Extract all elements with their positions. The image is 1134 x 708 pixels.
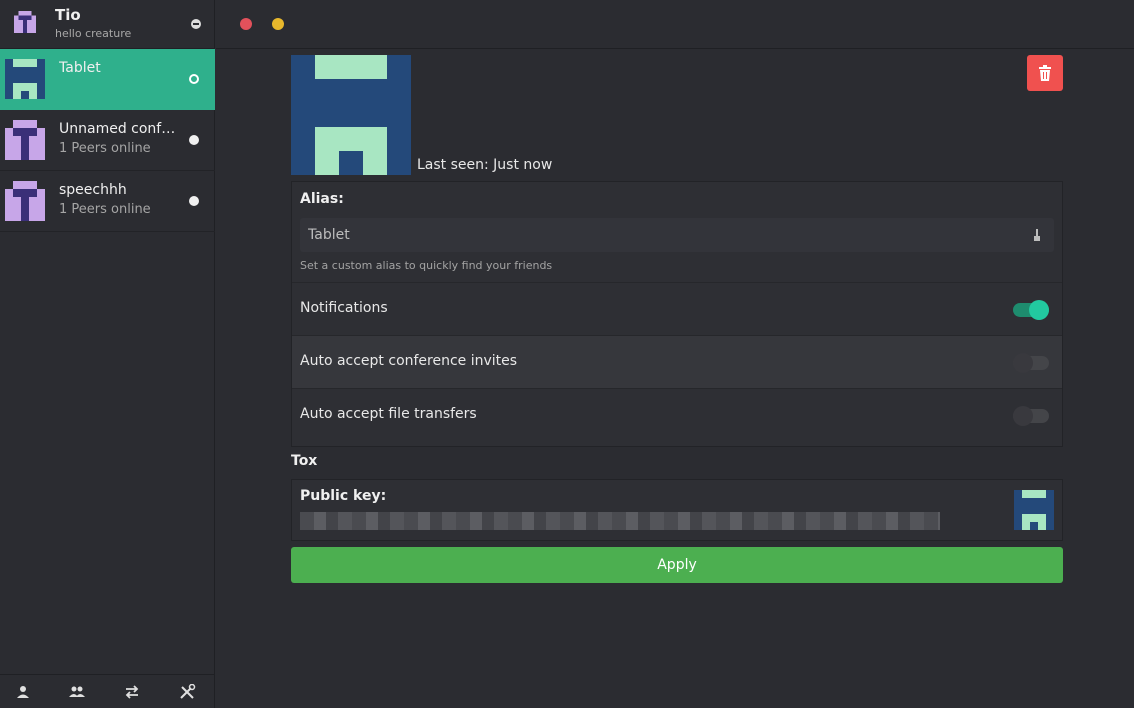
online-status-icon — [189, 196, 199, 206]
self-status-busy-icon[interactable] — [191, 19, 201, 29]
self-status-message: hello creature — [55, 27, 132, 40]
setting-row-auto-accept-conference: Auto accept conference invites — [292, 335, 1062, 388]
self-avatar[interactable] — [14, 11, 36, 33]
online-status-icon — [189, 135, 199, 145]
setting-row-auto-accept-files: Auto accept file transfers — [292, 388, 1062, 441]
public-key-identicon — [1014, 490, 1054, 530]
self-profile[interactable]: Tio hello creature — [0, 0, 215, 49]
groups-icon[interactable] — [68, 684, 86, 700]
friends-icon[interactable] — [14, 684, 32, 700]
tox-section-label: Tox — [291, 453, 318, 469]
toggle-knob — [1013, 406, 1033, 426]
contact-speechhh[interactable]: speechhh 1 Peers online — [0, 171, 215, 232]
friend-avatar — [291, 55, 411, 175]
contact-subtitle: 1 Peers online — [59, 202, 151, 217]
bottom-toolbar — [0, 674, 215, 708]
contact-tablet[interactable]: Tablet — [0, 49, 215, 110]
close-window-button[interactable] — [240, 18, 252, 30]
toggle-knob — [1029, 300, 1049, 320]
clear-input-icon[interactable] — [1032, 228, 1042, 242]
friend-detail-panel: Last seen: Just now Alias: Set a custom … — [216, 50, 1134, 708]
settings-icon[interactable] — [178, 684, 196, 700]
auto-accept-conference-toggle[interactable] — [1013, 353, 1049, 373]
setting-label: Notifications — [300, 300, 388, 316]
contact-avatar — [5, 59, 45, 99]
contact-name: Unnamed confe… — [59, 121, 177, 137]
public-key-label: Public key: — [300, 488, 387, 504]
last-seen-text: Last seen: Just now — [417, 157, 553, 173]
setting-label: Auto accept conference invites — [300, 353, 518, 369]
public-key-box: Public key: — [291, 479, 1063, 541]
notifications-toggle[interactable] — [1013, 300, 1049, 320]
contact-name: Tablet — [59, 60, 101, 76]
toggle-knob — [1013, 353, 1033, 373]
self-name: Tio — [55, 6, 81, 24]
transfers-icon[interactable] — [123, 684, 141, 700]
auto-accept-files-toggle[interactable] — [1013, 406, 1049, 426]
setting-label: Auto accept file transfers — [300, 406, 477, 422]
conference-avatar — [5, 181, 45, 221]
public-key-value-redacted[interactable] — [300, 512, 940, 530]
delete-friend-button[interactable] — [1027, 55, 1063, 91]
alias-hint: Set a custom alias to quickly find your … — [300, 259, 553, 272]
contact-name: speechhh — [59, 182, 127, 198]
contact-unnamed-conference[interactable]: Unnamed confe… 1 Peers online — [0, 110, 215, 171]
title-bar — [216, 0, 1134, 49]
minimize-window-button[interactable] — [272, 18, 284, 30]
setting-row-notifications: Notifications — [292, 282, 1062, 335]
apply-button[interactable]: Apply — [291, 547, 1063, 583]
sidebar: Tio hello creature Tablet Unnamed confe…… — [0, 0, 215, 708]
conference-avatar — [5, 120, 45, 160]
trash-icon — [1039, 65, 1051, 81]
friend-settings-box: Alias: Set a custom alias to quickly fin… — [291, 181, 1063, 447]
contact-subtitle: 1 Peers online — [59, 141, 151, 156]
online-status-icon — [189, 74, 199, 84]
alias-input[interactable] — [300, 218, 1054, 252]
alias-label: Alias: — [300, 191, 344, 207]
